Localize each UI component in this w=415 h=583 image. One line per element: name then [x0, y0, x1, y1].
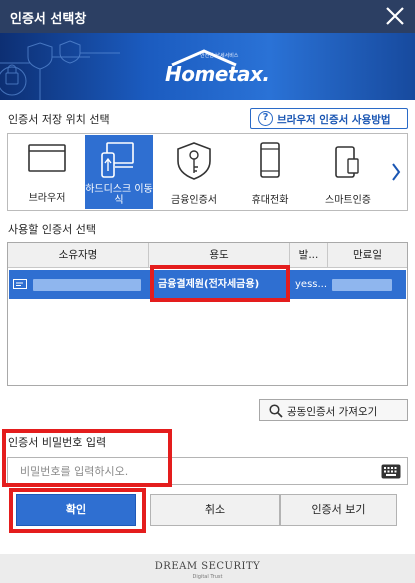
help-button-label: 브라우저 인증서 사용방법	[277, 114, 391, 126]
footer-brand: DREAM SECURITY	[154, 561, 261, 572]
cert-issuer-value: yess...	[295, 279, 328, 290]
password-highlight-box	[2, 429, 172, 487]
storage-item-label: 스마트인증	[325, 195, 371, 206]
column-issuer[interactable]: 발...	[290, 243, 328, 268]
smart-phone-icon	[335, 146, 359, 178]
storage-location-selector: 브라우저 하드디스크 이동식 금융인증서 휴대전화 스마트인증	[7, 133, 408, 211]
storage-item-label: 휴대전화	[251, 195, 289, 206]
question-icon: ?	[258, 111, 273, 126]
expiry-date-redacted	[332, 279, 392, 291]
storage-item-label: 금융인증서	[171, 195, 217, 206]
logo-subtitle: 안전한 납세서비스	[200, 53, 239, 59]
column-owner[interactable]: 소유자명	[8, 243, 149, 268]
cert-list-section-label: 사용할 인증서 선택	[8, 223, 96, 236]
storage-item-browser[interactable]: 브라우저	[13, 135, 81, 209]
shield-key-icon	[177, 142, 211, 180]
mobile-phone-icon	[260, 142, 280, 178]
storage-item-financial-cert[interactable]: 금융인증서	[160, 135, 228, 209]
storage-item-label: 하드디스크 이동식	[85, 184, 153, 206]
cancel-button[interactable]: 취소	[150, 494, 280, 526]
search-icon	[269, 404, 283, 418]
keyboard-icon[interactable]	[381, 464, 401, 479]
title-bar: 인증서 선택창	[0, 0, 415, 33]
column-expiry[interactable]: 만료일	[328, 243, 407, 268]
owner-name-redacted	[33, 279, 141, 291]
hometax-banner: 안전한 납세서비스 Hometax.	[0, 33, 415, 100]
storage-item-mobile-phone[interactable]: 휴대전화	[236, 135, 304, 209]
view-cert-button[interactable]: 인증서 보기	[280, 494, 397, 526]
close-icon[interactable]	[383, 4, 407, 28]
window-title: 인증서 선택창	[10, 12, 87, 27]
import-cert-button[interactable]: 공동인증서 가져오기	[259, 399, 408, 421]
logo-text: Hometax.	[165, 62, 270, 86]
chevron-right-icon[interactable]	[385, 134, 407, 210]
confirm-highlight-box	[9, 488, 146, 533]
footer-tagline: Digital Trust	[192, 574, 223, 580]
usb-drive-icon	[101, 142, 134, 178]
browser-window-icon	[28, 144, 66, 172]
storage-section-label: 인증서 저장 위치 선택	[8, 113, 110, 126]
storage-item-removable-disk[interactable]: 하드디스크 이동식	[85, 135, 153, 209]
storage-item-smart-auth[interactable]: 스마트인증	[312, 135, 384, 209]
security-pattern-icon	[0, 40, 120, 100]
footer: DREAM SECURITY Digital Trust	[0, 554, 415, 583]
storage-item-label: 브라우저	[28, 193, 66, 204]
usage-highlight-box	[150, 265, 290, 302]
cert-table: 소유자명 용도 발... 만료일 금융결제원(전자세금용) yess...	[7, 242, 408, 386]
import-cert-label: 공동인증서 가져오기	[287, 406, 378, 418]
browser-cert-help-button[interactable]: ? 브라우저 인증서 사용방법	[250, 108, 408, 129]
certificate-icon	[13, 279, 27, 289]
